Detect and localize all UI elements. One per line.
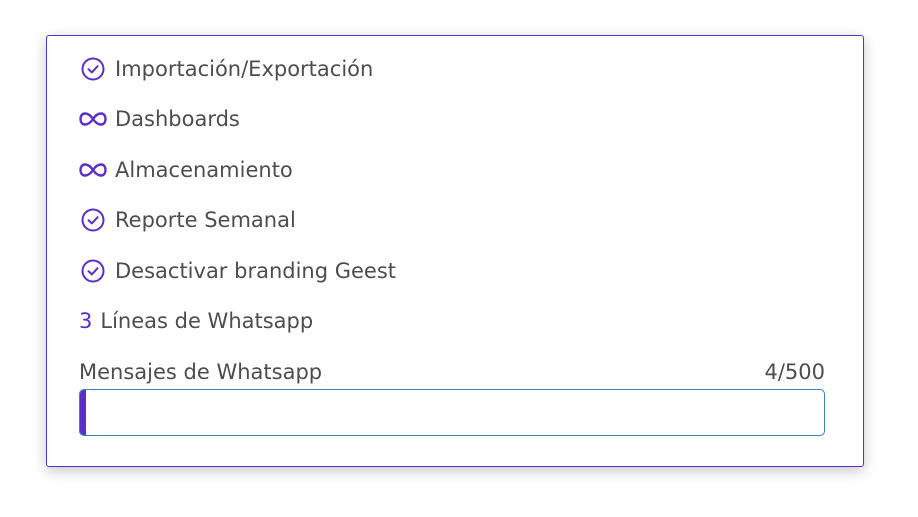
- feature-weekly-report: Reporte Semanal: [79, 205, 296, 235]
- infinity-icon: [79, 162, 107, 178]
- feature-label: Dashboards: [115, 107, 240, 131]
- check-circle-icon: [79, 258, 107, 284]
- check-circle-icon: [79, 56, 107, 82]
- feature-storage: Almacenamiento: [79, 155, 293, 185]
- feature-label: Líneas de Whatsapp: [100, 309, 314, 333]
- whatsapp-messages-header: Mensajes de Whatsapp 4/500: [79, 358, 825, 386]
- feature-label: Desactivar branding Geest: [115, 259, 397, 283]
- feature-dashboards: Dashboards: [79, 104, 240, 134]
- progress-fill: [80, 390, 86, 435]
- check-circle-icon: [79, 207, 107, 233]
- whatsapp-messages-progress-bar: [79, 389, 825, 436]
- feature-label: Reporte Semanal: [115, 208, 296, 232]
- feature-label: Almacenamiento: [115, 158, 293, 182]
- infinity-icon: [79, 111, 107, 127]
- whatsapp-messages-label: Mensajes de Whatsapp: [79, 360, 323, 384]
- feature-label: Importación/Exportación: [115, 57, 374, 81]
- whatsapp-messages-usage: 4/500: [764, 360, 825, 384]
- feature-whatsapp-lines: 3 Líneas de Whatsapp: [79, 306, 313, 336]
- feature-import-export: Importación/Exportación: [79, 54, 373, 84]
- whatsapp-lines-count: 3: [79, 309, 93, 333]
- plan-features-card: Importación/Exportación Dashboards Almac…: [46, 35, 864, 467]
- feature-disable-branding: Desactivar branding Geest: [79, 256, 396, 286]
